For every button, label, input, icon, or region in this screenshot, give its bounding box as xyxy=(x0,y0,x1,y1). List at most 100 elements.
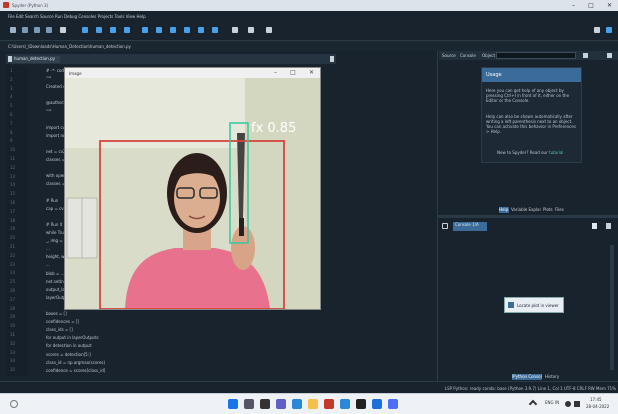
parent-directory-icon[interactable] xyxy=(606,27,612,33)
menu-items[interactable]: File Edit Search Source Run Debug Consol… xyxy=(8,14,146,19)
status-text: LSP Python: ready conda: base (Python 3.… xyxy=(444,386,616,391)
help-lock-icon[interactable] xyxy=(583,53,588,58)
line-number: 13 xyxy=(10,173,16,179)
save-icon[interactable] xyxy=(34,27,40,33)
image-maximize-icon[interactable]: □ xyxy=(290,69,296,77)
task-view-icon[interactable] xyxy=(260,399,270,409)
tab-files[interactable]: Files xyxy=(555,207,567,212)
line-number: 3 xyxy=(10,85,13,91)
line-number: 34 xyxy=(10,358,16,364)
line-number: 9 xyxy=(10,138,13,144)
editor-options-icon[interactable] xyxy=(330,56,334,62)
step-icon[interactable] xyxy=(156,27,162,33)
stop-debug-icon[interactable] xyxy=(212,27,218,33)
help-source-label[interactable]: Source xyxy=(442,53,456,58)
line-number: 27 xyxy=(10,296,16,302)
image-window-controls: – □ ✕ xyxy=(274,69,314,77)
tab-ipython-console[interactable]: IPython Console xyxy=(512,374,542,380)
plots-icon xyxy=(508,302,514,308)
console-stop-icon[interactable] xyxy=(592,223,597,229)
line-number: 11 xyxy=(10,156,16,161)
chrome-icon[interactable] xyxy=(340,399,350,409)
line-number: 23 xyxy=(10,261,16,267)
help-console-label[interactable]: Console xyxy=(460,53,476,58)
run-icon[interactable] xyxy=(82,27,88,33)
speaker-icon[interactable] xyxy=(574,401,580,407)
tray-chevron-icon[interactable] xyxy=(528,399,538,409)
store-icon[interactable] xyxy=(372,399,382,409)
line-number: 33 xyxy=(10,349,16,355)
print-icon[interactable] xyxy=(60,27,66,33)
console-scrollbar[interactable] xyxy=(610,245,614,370)
plots-notice[interactable]: Locate plot in viewer xyxy=(504,297,564,313)
pane-splitter[interactable] xyxy=(437,215,618,218)
new-file-icon[interactable] xyxy=(10,27,16,33)
line-number: 1 xyxy=(10,68,13,73)
console-bottom-tabs: IPython Console History xyxy=(512,373,572,381)
image-close-icon[interactable]: ✕ xyxy=(309,69,314,77)
preferences-wrench-icon[interactable] xyxy=(248,27,254,33)
continue-icon[interactable] xyxy=(198,27,204,33)
python-taskbar-icon[interactable] xyxy=(388,399,398,409)
tab-help[interactable]: Help xyxy=(499,207,509,213)
console-options-icon[interactable] xyxy=(606,223,611,229)
tab-variable-explorer[interactable]: Variable Explorer xyxy=(511,207,541,212)
weather-widget-icon[interactable] xyxy=(10,400,18,408)
tab-plots[interactable]: Plots xyxy=(543,207,553,212)
run-selection-icon[interactable] xyxy=(124,27,130,33)
line-number: 17 xyxy=(10,208,16,214)
windows-taskbar: ENG IN 17:45 28-04-2022 xyxy=(0,393,618,414)
clock-time[interactable]: 17:45 xyxy=(590,397,602,402)
help-object-label[interactable]: Object xyxy=(482,53,495,58)
line-number: 20 xyxy=(10,235,16,241)
console-new-tab-icon[interactable] xyxy=(442,223,448,229)
teams-icon[interactable] xyxy=(276,399,286,409)
save-all-icon[interactable] xyxy=(46,27,52,33)
edge-icon[interactable] xyxy=(292,399,302,409)
run-cell-icon[interactable] xyxy=(96,27,102,33)
code-line: boxes = [] xyxy=(46,311,67,316)
minimize-icon[interactable]: – xyxy=(572,1,575,10)
editor-tab-active[interactable]: human_detection.py xyxy=(12,56,60,63)
status-bar: LSP Python: ready conda: base (Python 3.… xyxy=(0,381,618,393)
spyder-taskbar-icon[interactable] xyxy=(324,399,334,409)
run-cell-advance-icon[interactable] xyxy=(110,27,116,33)
console-tab[interactable]: Console 1/A xyxy=(453,222,487,231)
line-number: 22 xyxy=(10,252,16,258)
step-return-icon[interactable] xyxy=(184,27,190,33)
help-object-input[interactable] xyxy=(496,52,576,59)
code-line: class_id = np.argmax(scores) xyxy=(46,359,106,365)
image-window[interactable]: Image – □ ✕ fx 0.85 xyxy=(64,67,321,310)
tab-history[interactable]: History xyxy=(545,374,565,379)
python-path-icon[interactable] xyxy=(266,27,272,33)
help-options-icon[interactable] xyxy=(607,53,612,58)
wifi-icon[interactable] xyxy=(565,401,571,407)
line-number: 7 xyxy=(10,120,13,126)
close-icon[interactable]: ✕ xyxy=(607,1,612,10)
maximize-pane-icon[interactable] xyxy=(232,27,238,33)
browse-folder-icon[interactable] xyxy=(594,27,600,33)
file-explorer-icon[interactable] xyxy=(308,399,318,409)
maximize-icon[interactable]: □ xyxy=(588,1,594,10)
menu-bar: File Edit Search Source Run Debug Consol… xyxy=(0,11,618,21)
window-title: Spyder (Python 3) xyxy=(12,3,49,8)
line-number: 21 xyxy=(10,244,16,249)
line-number: 19 xyxy=(10,226,16,232)
line-number: 6 xyxy=(10,112,13,117)
help-usage-text-1: Here you can get help of any object by p… xyxy=(486,88,570,103)
line-number: 24 xyxy=(10,270,16,276)
open-file-icon[interactable] xyxy=(22,27,28,33)
clock-date[interactable]: 28-04-2022 xyxy=(586,404,609,409)
help-usage-title: Usage xyxy=(486,72,502,78)
terminal-icon[interactable] xyxy=(356,399,366,409)
help-tutorial-link[interactable]: tutorial xyxy=(549,150,563,155)
debug-icon[interactable] xyxy=(142,27,148,33)
windows-start-icon[interactable] xyxy=(228,399,238,409)
taskbar-search-icon[interactable] xyxy=(244,399,254,409)
image-minimize-icon[interactable]: – xyxy=(274,69,277,77)
line-number: 16 xyxy=(10,200,16,205)
language-indicator[interactable]: ENG IN xyxy=(545,400,559,405)
step-into-icon[interactable] xyxy=(170,27,176,33)
help-toolbar: Source Console Object xyxy=(439,51,618,60)
line-number: 32 xyxy=(10,340,16,346)
